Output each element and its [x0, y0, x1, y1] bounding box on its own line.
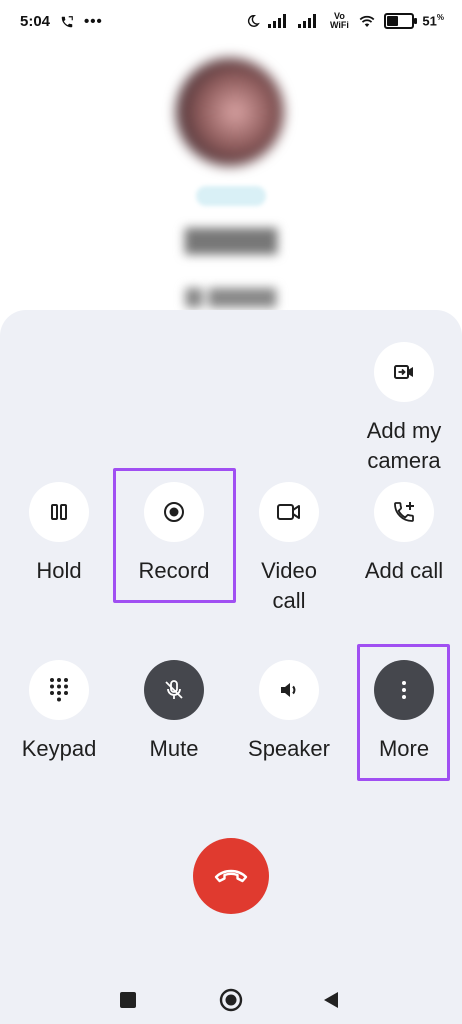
add-camera-label: Add my camera: [366, 418, 442, 473]
vowifi-label: Vo WiFi: [329, 11, 349, 30]
speaker-button[interactable]: Speaker: [234, 660, 344, 764]
speaker-icon: [281, 683, 296, 697]
moon-icon: [248, 15, 261, 27]
battery-level: [387, 16, 399, 26]
mute-label: Mute: [149, 736, 199, 761]
back-button[interactable]: [315, 984, 347, 1016]
add-camera-circle[interactable]: [374, 342, 434, 402]
home-button[interactable]: [215, 984, 247, 1016]
add-call-icon: [394, 502, 414, 522]
add-camera-button[interactable]: Add my camera: [349, 342, 459, 476]
phone-call-icon: [61, 15, 73, 27]
record-highlight-box: [113, 468, 236, 603]
camera-add-icon: [394, 365, 413, 379]
speaker-label: Speaker: [248, 736, 330, 761]
mic-off-icon: [165, 680, 183, 699]
end-call-button[interactable]: [193, 838, 269, 914]
video-call-label: Video call: [261, 558, 317, 613]
signal-icon: [268, 14, 287, 28]
speaker-circle[interactable]: [259, 660, 319, 720]
mute-button[interactable]: Mute: [119, 660, 229, 764]
more-dots-icon: •••: [84, 13, 103, 30]
video-icon: [277, 504, 300, 520]
add-call-button[interactable]: Add call: [349, 482, 459, 586]
video-call-circle[interactable]: [259, 482, 319, 542]
battery-percent: 51%: [422, 13, 444, 29]
keypad-button[interactable]: Keypad: [4, 660, 114, 764]
hold-circle[interactable]: [29, 482, 89, 542]
add-call-circle[interactable]: [374, 482, 434, 542]
dialpad-icon: [50, 678, 68, 702]
caller-badge: [196, 186, 266, 206]
status-time: 5:04: [20, 13, 51, 30]
caller-name-blurred: ▆▆▆▆: [184, 221, 278, 254]
battery-icon: [384, 13, 418, 29]
mute-circle[interactable]: [144, 660, 204, 720]
recents-square-icon: [120, 992, 136, 1008]
wifi-icon: [360, 15, 375, 27]
system-nav-bar: [0, 960, 462, 1024]
caller-number-blurred: ▆ ▆▆▆▆: [185, 282, 277, 307]
hold-label: Hold: [36, 558, 82, 583]
home-circle-icon: [219, 988, 243, 1012]
status-bar: 5:04 ••• Vo WiFi 51%: [0, 0, 462, 48]
keypad-label: Keypad: [21, 736, 97, 761]
add-call-label: Add call: [364, 558, 444, 583]
status-right: Vo WiFi 51%: [246, 12, 444, 30]
hold-button[interactable]: Hold: [4, 482, 114, 586]
signal-icon-2: [298, 14, 317, 28]
video-call-button[interactable]: Video call: [234, 482, 344, 616]
call-end-icon: [214, 869, 248, 883]
status-left: 5:04 •••: [20, 13, 103, 30]
caller-info: ▆▆▆▆ ▆ ▆▆▆▆: [0, 48, 462, 328]
more-highlight-box: [357, 644, 450, 781]
keypad-circle[interactable]: [29, 660, 89, 720]
caller-avatar: [176, 58, 284, 166]
pause-icon: [51, 504, 67, 520]
recents-button[interactable]: [112, 984, 144, 1016]
back-triangle-icon: [324, 992, 338, 1008]
